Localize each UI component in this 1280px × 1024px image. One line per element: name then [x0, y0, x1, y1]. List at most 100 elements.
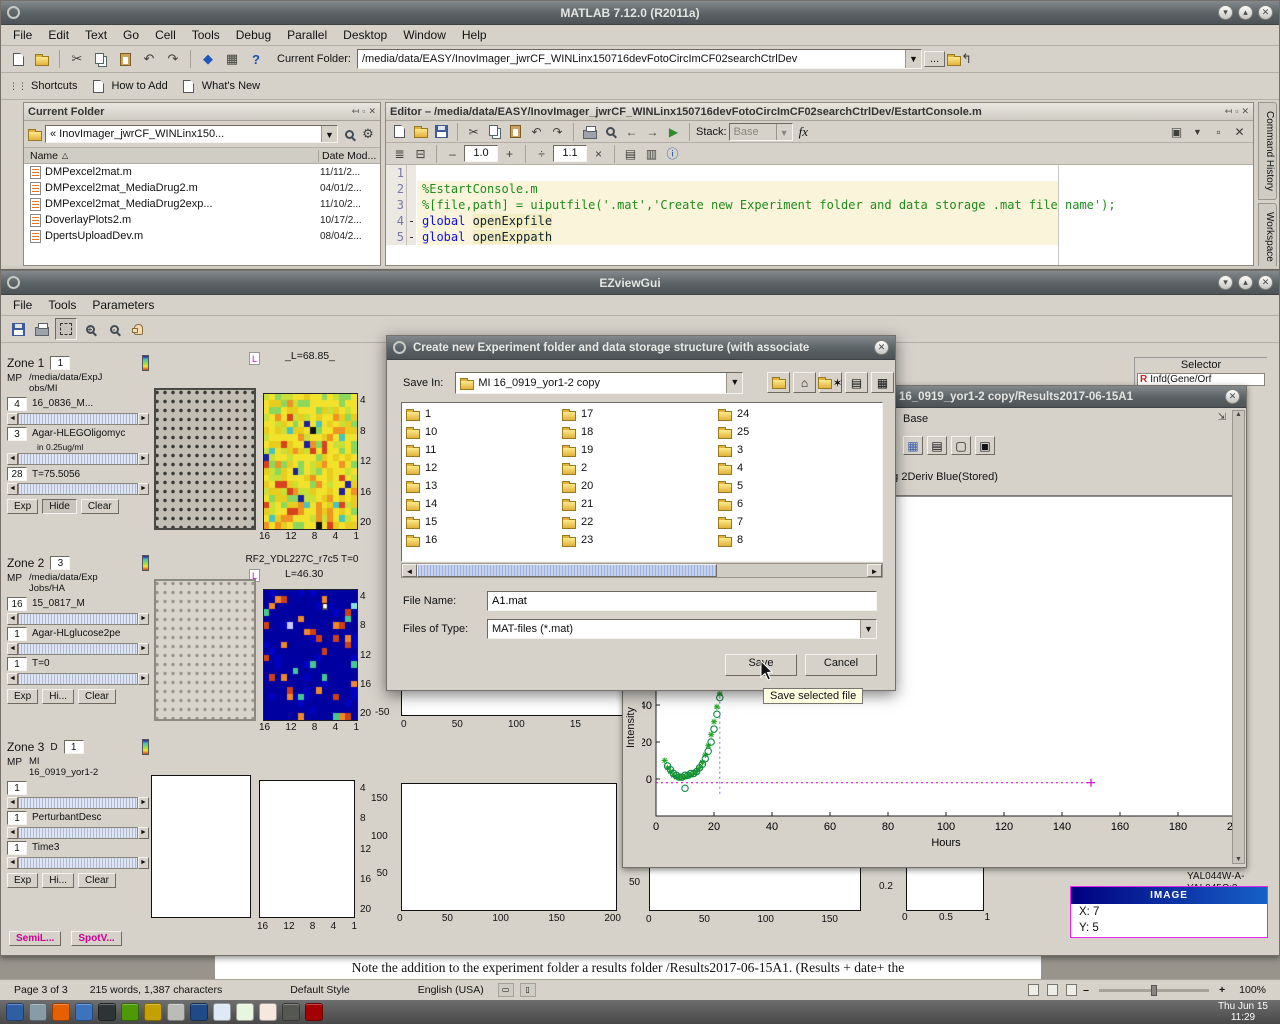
slider-left-arrow-icon[interactable]: ◄	[7, 613, 18, 625]
maximize-button[interactable]: ▴	[1238, 5, 1253, 20]
folder-item[interactable]: 14	[406, 495, 562, 513]
slider-left-arrow-icon[interactable]: ◄	[7, 857, 18, 869]
zone2-plate-slider[interactable]: ◄►	[7, 613, 149, 625]
zone3-perturbant-slider[interactable]: ◄►	[7, 827, 149, 839]
file-row[interactable]: DpertsUploadDev.m08/04/2...	[24, 228, 380, 244]
page-style[interactable]: Default Style	[282, 983, 358, 997]
open-file-icon[interactable]	[411, 122, 430, 141]
up-folder-icon[interactable]	[767, 372, 790, 393]
help-icon[interactable]: ?	[245, 48, 267, 70]
zoom-out-icon[interactable]: -	[103, 318, 125, 340]
file-row[interactable]: DMPexcel2mat_MediaDrug2exp...11/10/2...	[24, 196, 380, 212]
zone3-plate-slider[interactable]: ◄►	[7, 797, 149, 809]
zone3-heatmap-placeholder[interactable]	[259, 780, 355, 918]
cell-options-icon[interactable]: ⊟	[411, 144, 430, 163]
slider-right-arrow-icon[interactable]: ►	[138, 413, 149, 425]
editor-header[interactable]: Editor – /media/data/EASY/InovImager_jwr…	[386, 103, 1253, 121]
ezviewgui-titlebar[interactable]: EZviewGui ▾ ▴ ✕	[1, 271, 1279, 295]
zone3-time-field[interactable]: 1	[7, 841, 27, 855]
taskbar-icon-text-editor[interactable]	[167, 1003, 185, 1021]
zone2-plate-field[interactable]: 16	[7, 597, 27, 611]
document-text[interactable]: Note the addition to the experiment fold…	[352, 960, 904, 975]
home-icon[interactable]: ⌂	[793, 372, 816, 393]
new-file-icon[interactable]	[7, 48, 29, 70]
slider-track[interactable]	[18, 613, 138, 625]
decrease-value-button[interactable]: –	[443, 144, 462, 163]
dialog-titlebar[interactable]: Create new Experiment folder and data st…	[387, 336, 895, 360]
folder-item[interactable]: 7	[718, 513, 874, 531]
code-line[interactable]: 5-global openExppath	[386, 229, 1253, 245]
folder-item[interactable]: 18	[562, 423, 718, 441]
document-page[interactable]: Note the addition to the experiment fold…	[215, 956, 1041, 979]
folder-item[interactable]: 3	[718, 441, 874, 459]
taskbar-icon-app-menu[interactable]	[6, 1003, 24, 1021]
date-column-header[interactable]: Date Mod...	[318, 150, 380, 162]
zone3-index-field[interactable]: 1	[64, 740, 84, 754]
zone2-media-field[interactable]: 1	[7, 627, 27, 641]
slider-left-arrow-icon[interactable]: ◄	[7, 483, 18, 495]
minimize-button[interactable]: ▾	[1218, 5, 1233, 20]
up-folder-icon[interactable]: ↰	[947, 48, 972, 70]
slider-left-arrow-icon[interactable]: ◄	[7, 827, 18, 839]
new-file-icon[interactable]	[390, 122, 409, 141]
cancel-button[interactable]: Cancel	[805, 654, 877, 676]
semilog-button[interactable]: SemiL...	[9, 931, 61, 946]
close-editor-icon[interactable]: ✕	[1230, 122, 1249, 141]
stack-combobox[interactable]: Base ▼	[729, 123, 793, 141]
matlab-menu-text[interactable]: Text	[77, 25, 115, 45]
run-icon[interactable]: ▶	[664, 122, 683, 141]
code-editor[interactable]: 12%EstartConsole.m3%[file,path] = uiputf…	[386, 165, 1253, 265]
scroll-up-icon[interactable]: ▲	[1233, 411, 1244, 418]
folder-item[interactable]: 13	[406, 477, 562, 495]
code-line[interactable]: 2%EstartConsole.m	[386, 181, 1253, 197]
taskbar-icon-gimp[interactable]	[282, 1003, 300, 1021]
dropdown-arrow-icon[interactable]: ▼	[321, 126, 337, 142]
zone1-media-field[interactable]: 3	[7, 427, 27, 441]
matlab-menu-help[interactable]: Help	[454, 25, 495, 45]
code-line[interactable]: 1	[386, 165, 1253, 181]
folder-item[interactable]: 20	[562, 477, 718, 495]
find-icon[interactable]	[601, 122, 620, 141]
taskbar-icon-folder-yellow[interactable]	[144, 1003, 162, 1021]
code-line[interactable]: 4-global openExpfile	[386, 213, 1253, 229]
list-view-icon[interactable]: ▤	[845, 372, 868, 393]
copy-icon[interactable]	[90, 48, 112, 70]
taskbar-icon-impress-doc[interactable]	[259, 1003, 277, 1021]
folder-item[interactable]: 15	[406, 513, 562, 531]
simulink-icon[interactable]: ◆	[197, 48, 219, 70]
maximize-button[interactable]: ▴	[1238, 275, 1253, 290]
taskbar-icon-writer-doc[interactable]	[213, 1003, 231, 1021]
slider-track[interactable]	[18, 413, 138, 425]
gear-icon[interactable]: ⚙	[360, 123, 376, 145]
taskbar-icon-browser[interactable]	[190, 1003, 208, 1021]
folder-item[interactable]: 11	[406, 441, 562, 459]
folder-item[interactable]: 2	[562, 459, 718, 477]
dropdown-arrow-icon[interactable]: ▼	[776, 124, 792, 140]
file-list-header[interactable]: Name △ Date Mod...	[24, 148, 380, 164]
matlab-menu-window[interactable]: Window	[395, 25, 454, 45]
zone1-plate-field[interactable]: 4	[7, 397, 27, 411]
redo-icon[interactable]: ↷	[548, 122, 567, 141]
minimize-panel-icon[interactable]: ▫	[362, 106, 365, 117]
open-file-icon[interactable]	[31, 48, 53, 70]
dock-icon[interactable]: ↤	[352, 106, 360, 117]
file-row[interactable]: DMPexcel2mat.m11/11/2...	[24, 164, 380, 180]
folder-item[interactable]: 5	[718, 477, 874, 495]
zone1-hide-button[interactable]: Hide	[42, 499, 77, 514]
print-icon[interactable]	[31, 318, 53, 340]
info-icon[interactable]: ⓘ	[663, 144, 682, 163]
folder-item[interactable]: 23	[562, 531, 718, 549]
folder-item[interactable]: 21	[562, 495, 718, 513]
zone1-plate-slider[interactable]: ◄►	[7, 413, 149, 425]
zone3-curve-plot[interactable]	[401, 783, 617, 911]
scroll-right-icon[interactable]: ►	[867, 564, 882, 577]
window-menu-icon[interactable]	[393, 341, 406, 354]
paste-icon[interactable]	[114, 48, 136, 70]
print-icon[interactable]	[580, 122, 599, 141]
zone2-microplate-image[interactable]	[154, 579, 256, 721]
folder-item[interactable]: 10	[406, 423, 562, 441]
slider-track[interactable]	[18, 797, 138, 809]
zone2-index-field[interactable]: 3	[50, 556, 70, 570]
zone1-microplate-image[interactable]	[154, 388, 256, 530]
save-icon[interactable]	[7, 318, 29, 340]
